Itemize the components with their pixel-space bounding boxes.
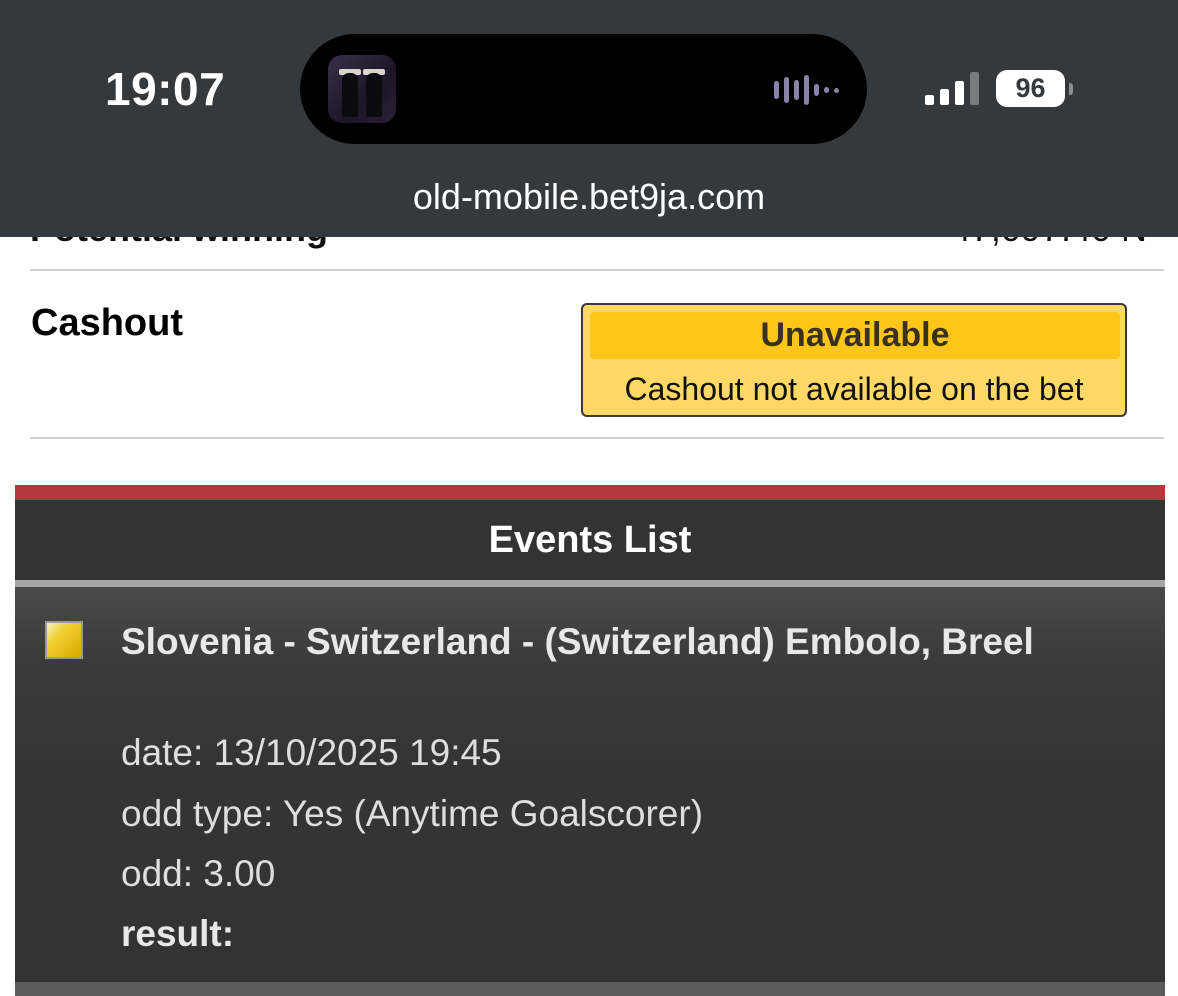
- divider: [30, 437, 1164, 439]
- event-odd: odd: 3.00: [121, 853, 276, 894]
- accent-bar: [15, 485, 1165, 500]
- event-title: Slovenia - Switzerland - (Switzerland) E…: [121, 621, 1034, 662]
- audio-waveform-icon: [774, 75, 839, 105]
- cashout-status-badge: Unavailable: [590, 312, 1120, 359]
- divider: [15, 580, 1165, 587]
- events-list-header: Events List: [15, 500, 1165, 580]
- event-status-icon: [45, 621, 83, 659]
- address-bar-url[interactable]: old-mobile.bet9ja.com: [0, 176, 1178, 218]
- cashout-note: Cashout not available on the bet: [624, 371, 1084, 407]
- cellular-signal-icon: [925, 72, 979, 105]
- cashout-label: Cashout: [31, 302, 183, 344]
- event-result-label: result:: [121, 913, 235, 954]
- cashout-status-box: Unavailable Cashout not available on the…: [581, 303, 1127, 417]
- now-playing-artwork: [328, 55, 396, 123]
- divider: [30, 269, 1164, 271]
- event-item: Slovenia - Switzerland - (Switzerland) E…: [15, 587, 1165, 982]
- battery-icon: 96: [996, 70, 1065, 107]
- browser-chrome: 19:07 96 old-mobile.bet9ja.com: [0, 0, 1178, 237]
- status-time: 19:07: [105, 63, 226, 115]
- dynamic-island[interactable]: [300, 34, 867, 144]
- battery-tip: [1069, 83, 1073, 95]
- divider: [15, 982, 1165, 996]
- event-odd-type: odd type: Yes (Anytime Goalscorer): [121, 793, 704, 834]
- event-date: date: 13/10/2025 19:45: [121, 732, 502, 773]
